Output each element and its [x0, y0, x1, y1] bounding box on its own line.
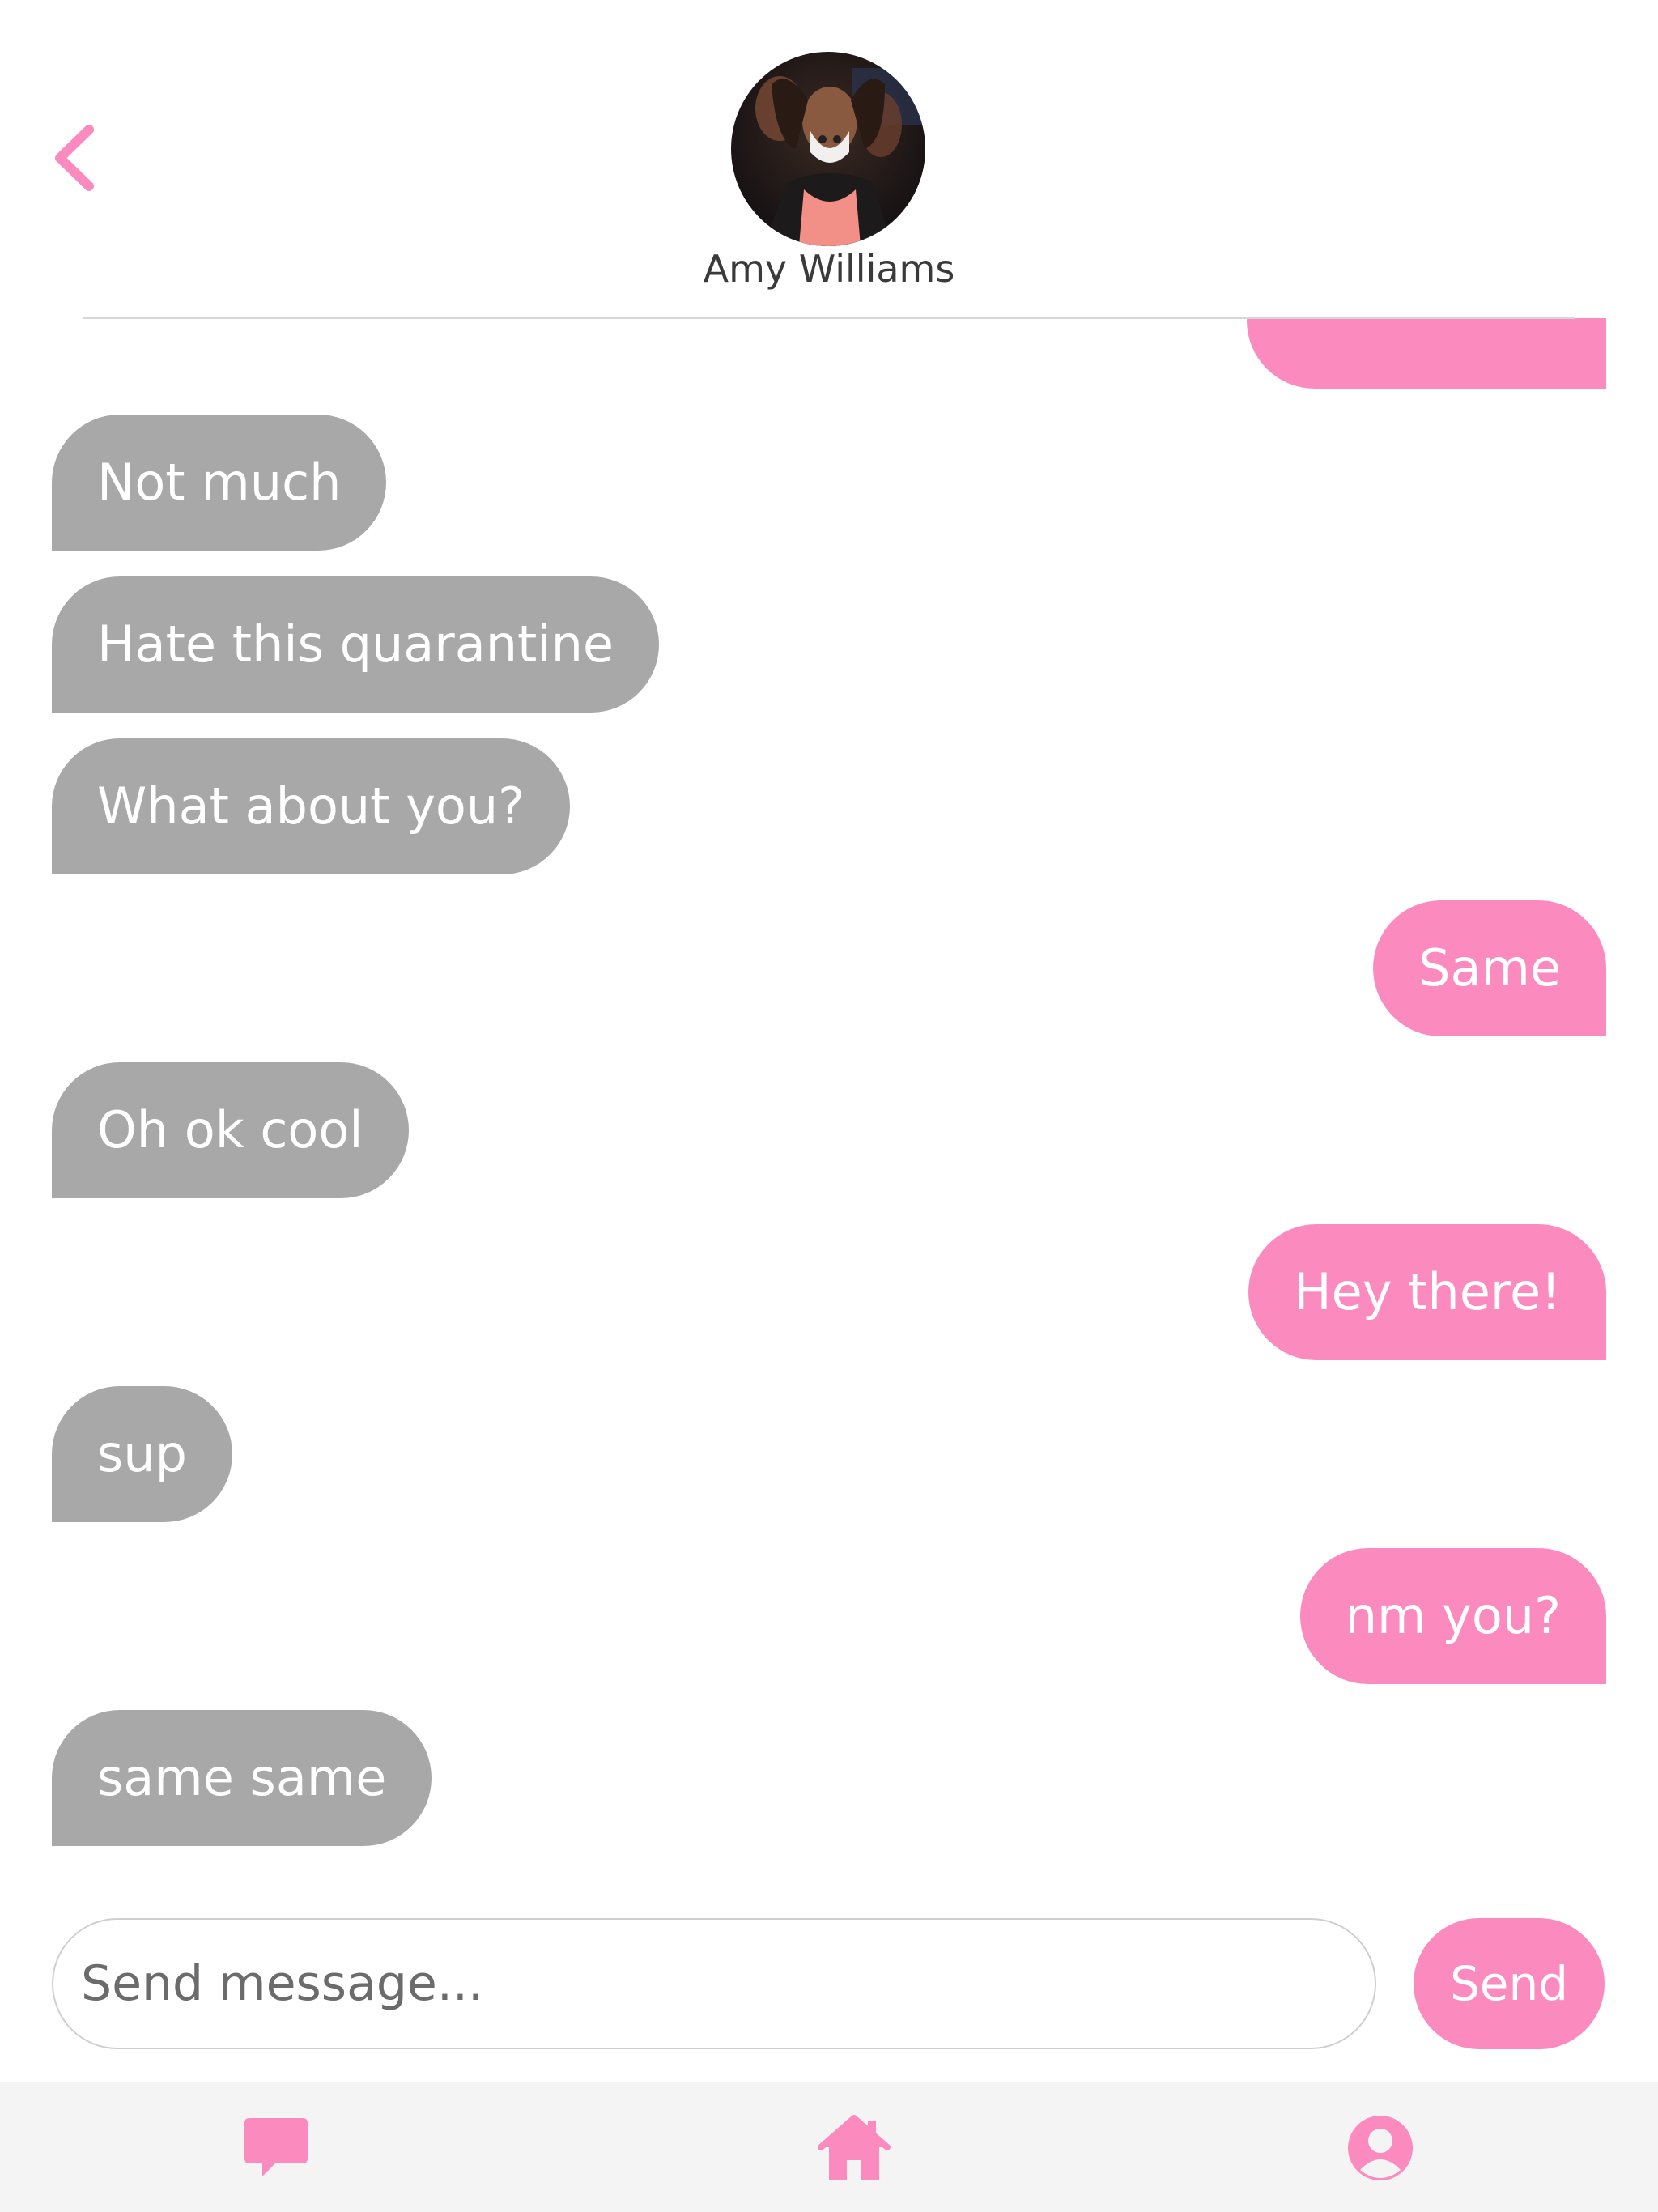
- chat-header: Amy Williams: [0, 0, 1658, 319]
- header-divider: [83, 317, 1575, 319]
- message-bubble-incoming: Oh ok cool: [52, 1062, 409, 1198]
- message-bubble-incoming: same same: [52, 1710, 432, 1846]
- message-bubble-incoming: Hate this quarantine: [52, 576, 660, 713]
- chat-screen: Not much Hate this quarantine What about…: [0, 0, 1658, 2212]
- chevron-left-icon: [55, 125, 94, 191]
- message-list[interactable]: Not much Hate this quarantine What about…: [0, 0, 1658, 2212]
- avatar-photo: [731, 52, 925, 246]
- back-button[interactable]: [49, 121, 105, 194]
- message-bubble-outgoing: nm you?: [1299, 1548, 1606, 1684]
- message-bubble-outgoing: Same: [1373, 900, 1606, 1036]
- message-bubble-incoming: Not much: [52, 415, 387, 551]
- contact-name: Amy Williams: [703, 247, 955, 291]
- message-bubble-outgoing: Hey there!: [1248, 1224, 1606, 1360]
- contact-avatar[interactable]: [731, 52, 925, 246]
- message-bubble-incoming: sup: [52, 1386, 232, 1522]
- message-bubble-incoming: What about you?: [52, 738, 571, 874]
